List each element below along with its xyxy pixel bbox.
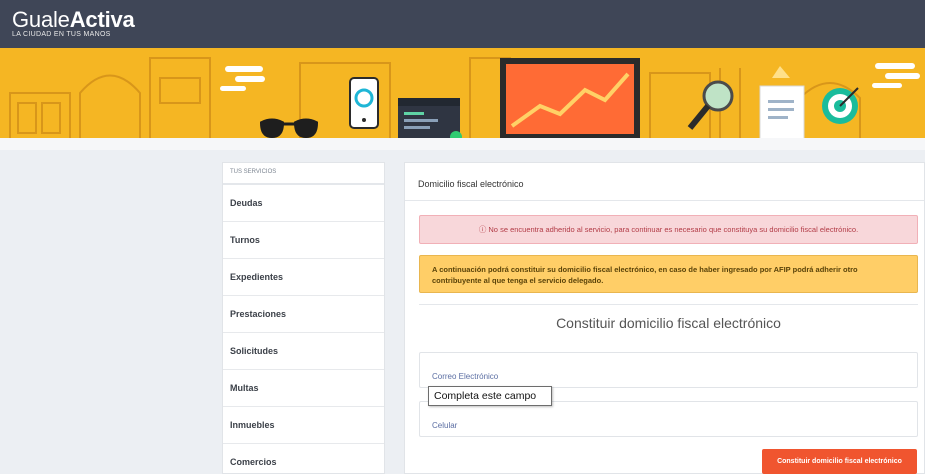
not-adhered-alert: ⓘ No se encuentra adherido al servicio, …: [419, 215, 918, 244]
app-logo[interactable]: GualeActiva LA CIUDAD EN TUS MANOS: [12, 8, 135, 39]
sidebar-item-label: Turnos: [230, 235, 260, 245]
page-title: Domicilio fiscal electrónico: [405, 163, 924, 201]
hero-banner: [0, 48, 925, 148]
sidebar-item-label: Expedientes: [230, 272, 284, 282]
sidebar-item-label: Deudas: [230, 198, 263, 208]
submit-button[interactable]: Constituir domicilio fiscal electrónico: [762, 449, 917, 474]
document-icon: [759, 66, 805, 143]
logo-bold: Activa: [69, 7, 135, 32]
services-menu: TUS SERVICIOS Deudas Turnos Expedientes …: [222, 162, 385, 474]
sidebar-item-label: Inmuebles: [230, 420, 275, 430]
laptop-chart-icon: [490, 58, 650, 146]
sidebar-item-turnos[interactable]: Turnos: [223, 222, 384, 259]
sidebar-item-solicitudes[interactable]: Solicitudes: [223, 333, 384, 370]
sidebar-item-deudas[interactable]: Deudas: [223, 185, 384, 222]
logo-title: GualeActiva: [12, 8, 135, 32]
services-menu-title: TUS SERVICIOS: [223, 163, 384, 185]
phone-field[interactable]: [419, 401, 918, 437]
sidebar-item-label: Multas: [230, 383, 259, 393]
target-icon: [822, 87, 859, 124]
phone-icon: [349, 77, 379, 129]
left-spacer: [0, 150, 222, 474]
validation-tooltip: Completa este campo: [428, 386, 552, 406]
banner-illustration: [9, 57, 920, 148]
sidebar-item-prestaciones[interactable]: Prestaciones: [223, 296, 384, 333]
info-warning-alert: A continuación podrá constituir su domic…: [419, 255, 918, 293]
glasses-icon: [259, 118, 319, 139]
sidebar-item-label: Prestaciones: [230, 309, 287, 319]
sidebar-item-expedientes[interactable]: Expedientes: [223, 259, 384, 296]
form-heading: Constituir domicilio fiscal electrónico: [556, 315, 781, 331]
alert-danger-text: ⓘ No se encuentra adherido al servicio, …: [478, 225, 859, 234]
main-panel: Domicilio fiscal electrónico ⓘ No se enc…: [404, 162, 925, 474]
sidebar-item-label: Solicitudes: [230, 346, 279, 356]
banner-bottom-strip: [0, 138, 925, 150]
form-divider: [419, 304, 918, 305]
sidebar-item-label: Comercios: [230, 457, 277, 467]
top-header: GualeActiva LA CIUDAD EN TUS MANOS: [0, 0, 925, 48]
logo-light: Guale: [12, 7, 70, 32]
logo-tagline: LA CIUDAD EN TUS MANOS: [12, 31, 111, 38]
sidebar-item-comercios[interactable]: Comercios: [223, 444, 384, 474]
email-field[interactable]: [419, 352, 918, 388]
sidebar-item-multas[interactable]: Multas: [223, 370, 384, 407]
sidebar-item-inmuebles[interactable]: Inmuebles: [223, 407, 384, 444]
